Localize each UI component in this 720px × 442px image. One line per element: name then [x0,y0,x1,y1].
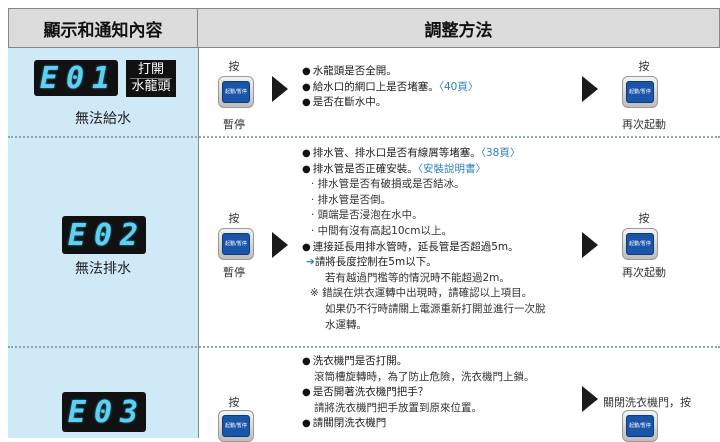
check-item: 是否開著洗衣機門把手？ [302,385,535,401]
check-item: 排水管、排水口是否有線屑等堵塞。〈38頁〉 [302,146,546,162]
check-item: 水龍頭是否全開。 [302,64,478,80]
check-explanation: 請將洗衣機門把手放置到原來位置。 [314,401,482,414]
open-tap-tag: 打開 水龍頭 [126,60,176,97]
display-cell-e02: E 0 2 無法排水 [8,138,199,348]
arrow-right-icon [582,76,598,102]
check-item: 給水口的網口上是否堵塞。〈40頁〉 [302,80,479,96]
start-pause-button-label: 起動/暫停 [626,81,654,103]
error-row-e01: E 0 1 打開 水龍頭 無法給水 按 起動/暫停 暫停 水龍頭是否全開。 給水… [8,48,720,138]
code-char: 1 [92,60,113,96]
check-item: 請關閉洗衣機門 [302,416,535,432]
start-pause-button-label: 起動/暫停 [222,233,250,255]
display-cell-e03: E 0 3 [8,348,199,438]
error-row-e03: E 0 3 按 起動/暫停 洗衣機門是否打開。 滾筒槽旋轉時，為了防止危險，洗衣… [8,348,720,442]
checklist-e02: 排水管、排水口是否有線屑等堵塞。〈38頁〉 排水管是否正確安裝。〈安裝說明書〉 … [302,146,546,333]
start-pause-button: 起動/暫停 [218,228,254,260]
error-code-display-e01: E 0 1 [34,60,118,96]
error-code-display-e02: E 0 2 [62,216,146,254]
start-pause-button-label: 起動/暫停 [626,415,654,437]
arrow-right-icon [272,76,288,102]
code-char: 0 [93,217,115,253]
arrow-right-icon [582,232,598,258]
check-instruction: ➔請將長度控制在5m以下。 [306,256,437,269]
start-pause-button: 起動/暫停 [622,76,658,108]
code-char: 3 [120,394,141,430]
header-display-notification: 顯示和通知內容 [8,8,198,48]
start-pause-button: 起動/暫停 [218,410,254,442]
error-name: 無法給水 [75,111,131,127]
code-char: 0 [93,394,115,430]
code-char: E [67,394,88,430]
press-label: 按 [228,212,240,225]
error-code-display-e03: E 0 3 [62,392,146,432]
note-line: 水運轉。 [325,318,367,331]
error-name: 無法排水 [75,261,131,277]
check-subitem: · 排水管是否有破損或是否結冰。 [311,178,465,191]
display-cell-e01: E 0 1 打開 水龍頭 無法給水 [8,48,199,138]
check-item: 洗衣機門是否打開。 [302,354,535,370]
tag-line: 打開 [137,62,164,77]
start-pause-button: 起動/暫停 [218,76,254,108]
start-pause-button: 起動/暫停 [622,228,658,260]
start-pause-button-label: 起動/暫停 [626,233,654,255]
check-item: 連接延長用排水管時，延長管是否超過5m。 [302,240,546,256]
manual-reference: 〈安裝說明書〉 [417,162,486,175]
error-row-e02: E 0 2 無法排水 按 起動/暫停 暫停 排水管、排水口是否有線屑等堵塞。〈3… [8,138,720,348]
checklist-e01: 水龍頭是否全開。 給水口的網口上是否堵塞。〈40頁〉 是否在斷水中。 [302,64,479,111]
checklist-e03: 洗衣機門是否打開。 滾筒槽旋轉時，為了防止危險，洗衣機門上鎖。 是否開著洗衣機門… [302,354,535,432]
check-instruction: 若有越過門檻等的情況時不能超過2m。 [325,271,510,284]
code-char: E [39,60,60,96]
code-char: 2 [120,217,141,253]
close-door-press-label: 關閉洗衣機門，按 [603,396,691,409]
note-line: 如果仍不行時請關上電源重新打開並進行一次脫 [325,302,546,315]
check-explanation: 滾筒槽旋轉時，為了防止危險，洗衣機門上鎖。 [314,370,535,383]
restart-label: 再次起動 [622,266,666,279]
note: ※ 錯誤在烘衣運轉中出現時，請確認以上項目。 [310,287,533,300]
error-code-table: 顯示和通知內容 調整方法 E 0 1 打開 水龍頭 無法給水 按 起動/暫停 暫… [8,8,720,442]
press-label: 按 [638,60,650,73]
start-pause-button-label: 起動/暫停 [222,415,250,437]
press-label: 按 [228,60,240,73]
blue-arrow-icon: ➔ [306,256,315,269]
check-subitem: · 頭端是否浸泡在水中。 [311,209,423,222]
start-pause-button-label: 起動/暫停 [222,81,250,103]
code-char: 0 [65,60,87,96]
code-char: E [67,217,88,253]
page-reference: 〈38頁〉 [480,147,521,159]
arrow-right-icon [272,232,288,258]
check-subitem: · 排水管是否倒。 [311,193,392,206]
check-item: 排水管是否正確安裝。〈安裝說明書〉 [302,162,546,178]
check-item: 是否在斷水中。 [302,95,478,111]
press-label: 按 [638,212,650,225]
pause-label: 暫停 [223,266,245,279]
page-reference: 〈40頁〉 [438,80,479,93]
start-pause-button: 起動/暫停 [622,410,658,442]
restart-label: 再次起動 [622,118,666,131]
pause-label: 暫停 [223,118,245,131]
tag-line: 水龍頭 [130,78,172,94]
check-subitem: · 中間有沒有高起10cm以上。 [311,224,453,237]
press-label: 按 [228,396,240,409]
header-adjustment-method: 調整方法 [198,8,720,48]
